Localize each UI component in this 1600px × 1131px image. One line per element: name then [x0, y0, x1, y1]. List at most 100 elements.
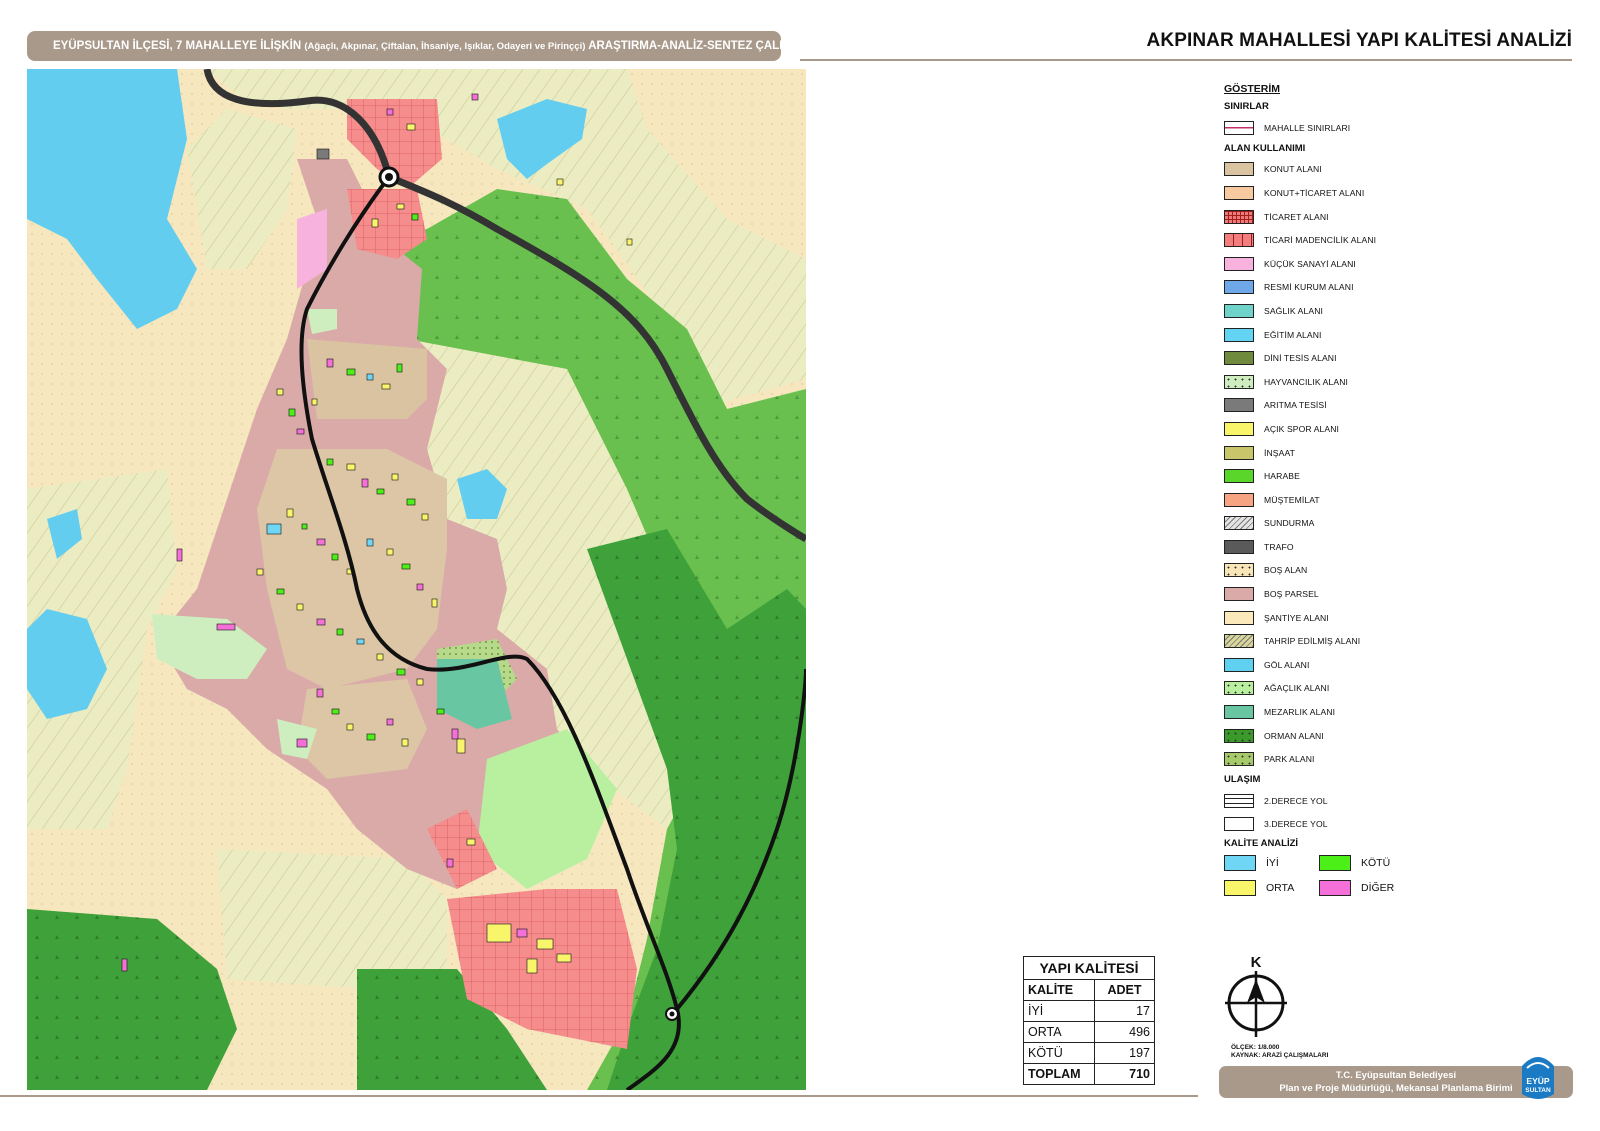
row-label: KÖTÜ	[1023, 1042, 1095, 1064]
legend-section-title: SINIRLAR	[1224, 101, 1269, 112]
table-header-quality: KALİTE	[1023, 979, 1095, 1001]
road2-swatch-icon	[1224, 793, 1254, 808]
table-row: TOPLAM 710	[1023, 1063, 1155, 1085]
solid-swatch-icon	[1224, 445, 1254, 460]
legend-item-label: 3.DERECE YOL	[1264, 819, 1328, 830]
road3-swatch-icon	[1224, 817, 1254, 832]
quality-swatch-icon	[1224, 880, 1256, 897]
banner-sub: (Ağaçlı, Akpınar, Çiftalan, İhsaniye, Iş…	[304, 41, 586, 52]
map-legend: GÖSTERİM SINIRLAR MAHALLE SINIRLARI ALAN K…	[1224, 83, 1554, 897]
grid-swatch-icon	[1224, 209, 1254, 224]
legend-item-label: ARITMA TESİSİ	[1264, 400, 1327, 411]
solid-swatch-icon	[1224, 610, 1254, 625]
dots-swatch-icon	[1224, 681, 1254, 696]
map-canvas	[27, 69, 806, 1090]
legend-item: KONUT+TİCARET ALANI	[1224, 181, 1554, 205]
legend-item: BOŞ PARSEL	[1224, 582, 1554, 606]
solid-swatch-icon	[1224, 398, 1254, 413]
legend-item-label: TİCARİ MADENCİLİK ALANI	[1264, 235, 1377, 246]
quality-label: KÖTÜ	[1361, 857, 1391, 870]
title-divider	[800, 59, 1572, 61]
solid-swatch-icon	[1224, 492, 1254, 507]
row-value: 496	[1094, 1021, 1155, 1043]
legend-item-label: MAHALLE SINIRLARI	[1264, 122, 1351, 133]
legend-item: GÖL ALANI	[1224, 653, 1554, 677]
quality-legend-item: KÖTÜ	[1319, 855, 1419, 872]
quality-label: DİĞER	[1361, 882, 1395, 895]
legend-item-label: KÜÇÜK SANAYİ ALANI	[1264, 258, 1356, 269]
legend-item-label: MÜŞTEMİLAT	[1264, 494, 1320, 505]
legend-item-label: EĞİTİM ALANI	[1264, 329, 1322, 340]
legend-item: SAĞLIK ALANI	[1224, 299, 1554, 323]
legend-item: AÇIK SPOR ALANI	[1224, 417, 1554, 441]
legend-item: TRAFO	[1224, 535, 1554, 559]
quality-label: İYİ	[1266, 857, 1279, 870]
solid-swatch-icon	[1224, 657, 1254, 672]
legend-item-label: KONUT+TİCARET ALANI	[1264, 187, 1365, 198]
row-value: 197	[1094, 1042, 1155, 1064]
legend-item: ORMAN ALANI	[1224, 724, 1554, 748]
legend-item: HAYVANCILIK ALANI	[1224, 370, 1554, 394]
legend-item-label: AĞAÇLIK ALANI	[1264, 683, 1330, 694]
legend-item-label: AÇIK SPOR ALANI	[1264, 423, 1340, 434]
legend-item: EĞİTİM ALANI	[1224, 323, 1554, 347]
solid-swatch-icon	[1224, 539, 1254, 554]
solid-swatch-icon	[1224, 162, 1254, 177]
scale-text: ÖLÇEK: 1/8.000	[1231, 1044, 1280, 1051]
legend-item-label: SUNDURMA	[1264, 518, 1315, 529]
quality-legend: İYİ KÖTÜ ORTA DİĞER	[1224, 855, 1554, 897]
banner-end: ARAŞTIRMA-ANALİZ-SENTEZ ÇALIŞMALARI	[588, 40, 781, 52]
legend-item: ŞANTİYE ALANI	[1224, 606, 1554, 630]
source-text: KAYNAK: ARAZİ ÇALIŞMALARI	[1231, 1052, 1329, 1059]
legend-item: MEZARLIK ALANI	[1224, 700, 1554, 724]
legend-item-label: İNŞAAT	[1264, 447, 1296, 458]
legend-item-label: 2.DERECE YOL	[1264, 795, 1328, 806]
legend-item-label: TİCARET ALANI	[1264, 211, 1329, 222]
quality-title: KALİTE ANALİZİ	[1224, 838, 1299, 850]
legend-item: 3.DERECE YOL	[1224, 813, 1554, 837]
solid-swatch-icon	[1224, 351, 1254, 366]
table-row: ORTA 496	[1023, 1021, 1155, 1043]
legend-item-label: KONUT ALANI	[1264, 164, 1322, 175]
legend-item-label: TRAFO	[1264, 541, 1294, 552]
legend-item-label: MEZARLIK ALANI	[1264, 707, 1336, 718]
legend-item: AĞAÇLIK ALANI	[1224, 677, 1554, 701]
row-label: İYİ	[1023, 1000, 1095, 1022]
legend-item-label: GÖL ALANI	[1264, 659, 1310, 670]
legend-item: İNŞAAT	[1224, 441, 1554, 465]
legend-item-label: HARABE	[1264, 471, 1300, 482]
logo-text-2: SULTAN	[1525, 1087, 1551, 1094]
legend-item: TAHRİP EDİLMİŞ ALANI	[1224, 629, 1554, 653]
legend-section-title: ULAŞIM	[1224, 774, 1261, 786]
legend-item-label: DİNİ TESİS ALANI	[1264, 353, 1337, 364]
legend-item-label: BOŞ ALAN	[1264, 565, 1308, 576]
legend-item: 2.DERECE YOL	[1224, 789, 1554, 813]
table-row: İYİ 17	[1023, 1000, 1155, 1022]
quality-table: YAPI KALİTESİ KALİTE ADET İYİ 17 ORTA 49…	[1023, 956, 1155, 1085]
legend-item: KÜÇÜK SANAYİ ALANI	[1224, 252, 1554, 276]
table-caption: YAPI KALİTESİ	[1023, 956, 1155, 980]
eyupsultan-logo-icon: EYÜP SULTAN	[1522, 1057, 1554, 1099]
legend-item: PARK ALANI	[1224, 747, 1554, 771]
north-arrow-icon: K	[1225, 955, 1287, 1037]
header-banner: EYÜPSULTAN İLÇESİ, 7 MAHALLEYE İLİŞKİN (…	[27, 31, 781, 61]
solid-swatch-icon	[1224, 469, 1254, 484]
legend-item-label: HAYVANCILIK ALANI	[1264, 376, 1349, 387]
banner-main: EYÜPSULTAN İLÇESİ, 7 MAHALLEYE İLİŞKİN	[53, 40, 302, 52]
quality-swatch-icon	[1319, 855, 1351, 872]
legend-item-label: PARK ALANI	[1264, 754, 1315, 765]
legend-item-label: BOŞ PARSEL	[1264, 589, 1319, 600]
table-header-count: ADET	[1094, 979, 1155, 1001]
page-title: AKPINAR MAHALLESİ YAPI KALİTESİ ANALİZİ	[1146, 30, 1572, 51]
dots-swatch-icon	[1224, 374, 1254, 389]
land-use-map[interactable]	[27, 69, 806, 1090]
legend-item-label: ORMAN ALANI	[1264, 730, 1324, 741]
legend-item: MAHALLE SINIRLARI	[1224, 116, 1554, 140]
legend-item: SUNDURMA	[1224, 512, 1554, 536]
legend-section-title: ALAN KULLANIMI	[1224, 142, 1306, 154]
quality-swatch-icon	[1224, 855, 1256, 872]
solid-swatch-icon	[1224, 421, 1254, 436]
legend-item-label: RESMİ KURUM ALANI	[1264, 282, 1354, 293]
row-label: TOPLAM	[1023, 1063, 1095, 1085]
legend-item-label: ŞANTİYE ALANI	[1264, 612, 1329, 623]
